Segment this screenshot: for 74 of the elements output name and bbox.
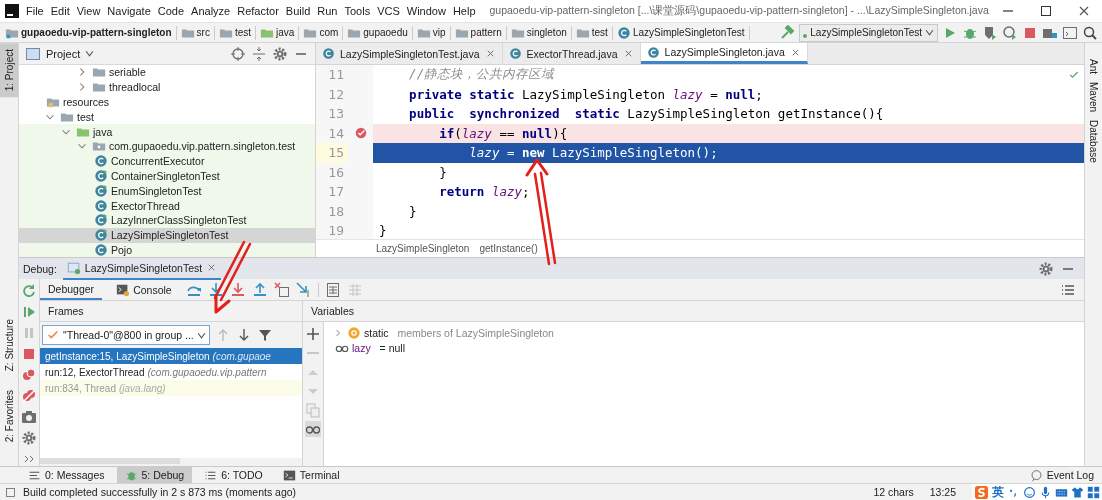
breadcrumb-item[interactable]: test (217, 25, 256, 40)
breadcrumb-item[interactable]: vip (415, 25, 451, 40)
code-line: 17 return lazy; (316, 182, 1084, 202)
tree-item[interactable]: ExectorThread (19, 198, 315, 213)
tree-item[interactable]: java (19, 124, 315, 139)
selection-count: 12 chars (873, 486, 914, 498)
editor-tab[interactable]: ExectorThread.java (502, 43, 641, 64)
menu-item[interactable]: Help (452, 5, 476, 17)
code-line: 14 if(lazy == null){ (316, 123, 1084, 143)
editor-tab[interactable]: LazySimpleSingleton.java (640, 43, 808, 64)
menu-item[interactable]: Navigate (107, 5, 151, 17)
tool-window-tab[interactable]: Maven (1085, 82, 1102, 113)
breadcrumb-item[interactable]: com (302, 25, 344, 40)
debug-session-tab[interactable]: LazySimpleSingletonTest (62, 257, 222, 280)
panel-title: Debug: (23, 262, 57, 275)
menu-item[interactable]: Refactor (237, 5, 279, 17)
debugger-tab[interactable]: Console (108, 279, 180, 300)
tree-item[interactable]: seriable (19, 65, 315, 80)
menu-item[interactable]: Window (406, 5, 446, 17)
editor-tab[interactable]: LazySimpleSingletonTest.java (316, 43, 503, 64)
menu-item[interactable]: Tools (344, 5, 371, 17)
menu-item[interactable]: File (26, 5, 44, 17)
debugger-tab[interactable]: Debugger (40, 279, 103, 300)
breadcrumb-item[interactable]: pattern (453, 25, 507, 40)
code-line: 12 private static LazySimpleSingleton lazy = null; (316, 84, 1084, 104)
breadcrumb-item[interactable]: LazySimpleSingleton (376, 243, 470, 254)
tool-window-tab[interactable]: 1: Project (0, 43, 18, 98)
menu-item[interactable]: Analyze (191, 5, 231, 17)
menu-item[interactable]: Build (285, 5, 311, 17)
window-title: gupaoedu-vip-pattern-singleton [...\课堂源码\gupaoedu-vip-pattern-singleton] - ...\LazySimpleSingleton.java (489, 4, 989, 18)
tree-item[interactable]: test (19, 109, 315, 125)
status-message: Build completed successfully in 2 s 873 ms (moments ago) (23, 486, 297, 498)
breadcrumb-item[interactable]: java (259, 25, 300, 40)
tool-window-tab[interactable]: 5: Debug (116, 467, 193, 483)
tool-window-tab[interactable]: Ant (1085, 59, 1102, 74)
tool-window-tab[interactable]: Z: Structure (0, 313, 18, 378)
code-line: 13 public synchronized static LazySimpleSingleton getInstance(){ (316, 104, 1084, 124)
tree-item[interactable]: EnumSingletonTest (19, 183, 315, 199)
caret-position[interactable]: 13:25 (929, 486, 956, 498)
menu-item[interactable]: View (76, 5, 101, 17)
tool-window-tab[interactable]: 6: TODO (196, 467, 271, 483)
tree-item[interactable]: threadlocal (19, 79, 315, 95)
breadcrumb-item[interactable]: src (179, 25, 215, 40)
menu-item[interactable]: Code (157, 5, 185, 17)
tool-window-tab[interactable]: 2: Favorites (0, 383, 18, 448)
input-mode[interactable]: 英 (992, 483, 1004, 500)
variable-row[interactable]: lazy = null (332, 340, 1076, 355)
thread-dropdown[interactable]: "Thread-0"@800 in group ... (42, 325, 210, 345)
stack-frame[interactable]: getInstance:15, LazySimpleSingleton (com.gupaoe (40, 348, 302, 364)
menu-item[interactable]: VCS (377, 5, 400, 17)
breadcrumb-item[interactable]: test (574, 25, 613, 40)
breadcrumb-item[interactable]: gupaoedu (346, 25, 413, 40)
panel-title[interactable]: Project (46, 47, 81, 60)
breadcrumb-item[interactable]: LazySimpleSingletonTest (615, 25, 750, 40)
menu-item[interactable]: Edit (50, 5, 70, 17)
section-title: Variables (311, 305, 354, 317)
code-line: 11 //静态块，公共内存区域 (316, 65, 1084, 85)
code-line: 15 lazy = new LazySimpleSingleton(); (316, 143, 1084, 163)
tool-window-tab[interactable]: Terminal (274, 467, 348, 483)
breadcrumb-item[interactable]: getInstance() (479, 243, 538, 254)
tool-window-tab[interactable]: Database (1085, 120, 1102, 163)
tree-item[interactable]: resources (19, 94, 315, 110)
code-line: 19 } (316, 221, 1084, 239)
run-configuration-dropdown[interactable]: LazySimpleSingletonTest (799, 23, 938, 42)
stack-frame[interactable]: run:12, ExectorThread (com.gupaoedu.vip.pattern (40, 364, 302, 380)
tool-window-tab[interactable]: 0: Messages (20, 467, 113, 483)
variable-row[interactable]: static members of LazySimpleSingleton (332, 325, 1076, 340)
breadcrumb-item[interactable]: singleton (509, 25, 572, 40)
event-log-button[interactable]: Event Log (1021, 467, 1102, 483)
section-title: Frames (48, 305, 84, 317)
menu-item[interactable]: Run (317, 5, 338, 17)
code-line: 18 } (316, 201, 1084, 221)
code-line: 16 } (316, 162, 1084, 182)
breadcrumb-item[interactable]: gupaoedu-vip-pattern-singleton (4, 25, 177, 40)
